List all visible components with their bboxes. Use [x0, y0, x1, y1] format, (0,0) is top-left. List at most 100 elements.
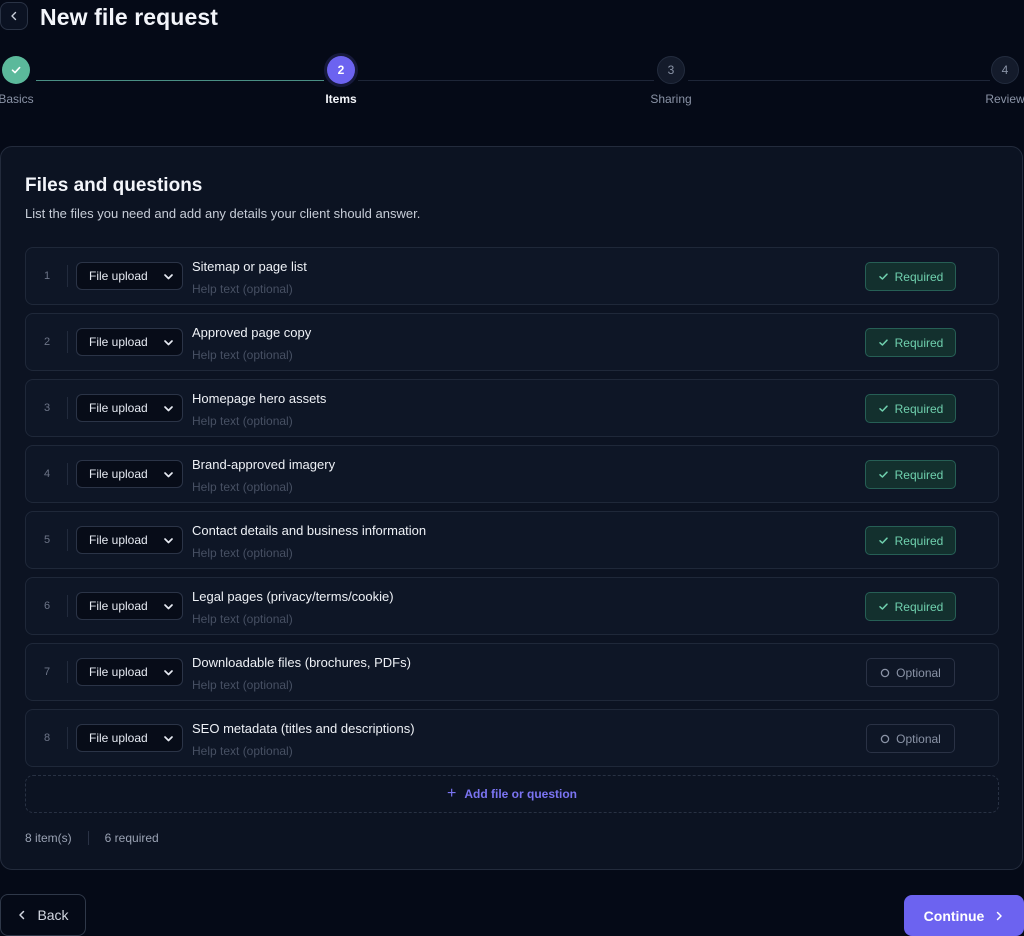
item-number: 4 — [43, 468, 51, 480]
requirement-label: Required — [894, 335, 944, 350]
item-title-input[interactable]: Legal pages (privacy/terms/cookie) — [192, 589, 394, 604]
step-basics-label[interactable]: Basics — [0, 92, 34, 106]
item-help-input[interactable]: Help text (optional) — [192, 546, 293, 560]
requirement-label: Required — [894, 269, 944, 284]
item-row: 7 File upload Downloadable files (brochu… — [25, 643, 999, 701]
item-divider — [67, 397, 68, 419]
header-back-button[interactable] — [0, 2, 28, 30]
item-title-input[interactable]: Sitemap or page list — [192, 259, 307, 274]
item-type-select[interactable]: File upload — [76, 328, 183, 356]
item-title-input[interactable]: Brand-approved imagery — [192, 457, 335, 472]
requirement-toggle[interactable]: Required — [865, 328, 956, 357]
item-title-input[interactable]: Approved page copy — [192, 325, 311, 340]
item-help-input[interactable]: Help text (optional) — [192, 678, 293, 692]
back-button[interactable]: Back — [0, 894, 86, 936]
item-title-input[interactable]: Contact details and business information — [192, 523, 426, 538]
card-subtitle: List the files you need and add any deta… — [25, 206, 421, 221]
item-type-select[interactable]: File upload — [76, 724, 183, 752]
add-item-button[interactable]: + Add file or question — [25, 775, 999, 813]
items-summary: 8 item(s) 6 required — [25, 831, 159, 845]
chevron-right-icon — [997, 911, 1003, 920]
item-help-input[interactable]: Help text (optional) — [192, 348, 293, 362]
chevron-down-icon — [164, 340, 173, 346]
requirement-label: Required — [894, 599, 944, 614]
item-help-input[interactable]: Help text (optional) — [192, 282, 293, 296]
item-type-value: File upload — [89, 533, 148, 547]
requirement-toggle[interactable]: Required — [865, 460, 956, 489]
plus-icon: + — [446, 785, 457, 802]
step-connector-2 — [358, 80, 654, 81]
step-sharing-indicator[interactable]: 3 — [657, 56, 685, 84]
chevron-down-icon — [164, 604, 173, 610]
item-type-value: File upload — [89, 335, 148, 349]
step-review-label[interactable]: Review — [985, 92, 1024, 106]
chevron-down-icon — [164, 670, 173, 676]
check-icon — [878, 339, 888, 346]
item-type-select[interactable]: File upload — [76, 592, 183, 620]
requirement-toggle[interactable]: Optional — [866, 658, 955, 687]
item-type-value: File upload — [89, 665, 148, 679]
item-type-select[interactable]: File upload — [76, 394, 183, 422]
item-number: 8 — [43, 732, 51, 744]
check-icon — [878, 273, 888, 280]
item-number: 2 — [43, 336, 51, 348]
check-icon — [878, 471, 888, 478]
back-button-label: Back — [37, 907, 69, 923]
step-items-label[interactable]: Items — [325, 92, 356, 106]
item-type-select[interactable]: File upload — [76, 262, 183, 290]
requirement-label: Optional — [896, 731, 941, 746]
item-type-value: File upload — [89, 401, 148, 415]
continue-button[interactable]: Continue — [904, 895, 1024, 936]
item-divider — [67, 529, 68, 551]
item-type-select[interactable]: File upload — [76, 460, 183, 488]
item-type-value: File upload — [89, 731, 148, 745]
items-list: 1 File upload Sitemap or page list Help … — [25, 247, 999, 813]
step-items-indicator[interactable]: 2 — [327, 56, 355, 84]
step-review-indicator[interactable]: 4 — [991, 56, 1019, 84]
item-title-input[interactable]: SEO metadata (titles and descriptions) — [192, 721, 415, 736]
requirement-label: Optional — [896, 665, 941, 680]
progress-stepper: Basics 2 Items 3 Sharing 4 Review — [0, 56, 1024, 110]
item-count: 8 item(s) — [25, 831, 72, 845]
chevron-down-icon — [164, 274, 173, 280]
circle-icon — [880, 668, 890, 677]
step-sharing-label[interactable]: Sharing — [650, 92, 691, 106]
item-number: 1 — [43, 270, 51, 282]
requirement-toggle[interactable]: Optional — [866, 724, 955, 753]
requirement-label: Required — [894, 467, 944, 482]
chevron-down-icon — [164, 472, 173, 478]
chevron-left-icon — [19, 910, 25, 920]
add-item-label: Add file or question — [464, 787, 577, 801]
check-icon — [878, 603, 888, 610]
item-row: 8 File upload SEO metadata (titles and d… — [25, 709, 999, 767]
item-title-input[interactable]: Homepage hero assets — [192, 391, 326, 406]
chevron-down-icon — [164, 406, 173, 412]
step-basics-indicator[interactable] — [2, 56, 30, 84]
item-row: 3 File upload Homepage hero assets Help … — [25, 379, 999, 437]
requirement-toggle[interactable]: Required — [865, 526, 956, 555]
check-icon — [11, 66, 21, 74]
card-title: Files and questions — [25, 175, 203, 196]
item-type-value: File upload — [89, 269, 148, 283]
item-row: 1 File upload Sitemap or page list Help … — [25, 247, 999, 305]
item-title-input[interactable]: Downloadable files (brochures, PDFs) — [192, 655, 411, 670]
item-divider — [67, 463, 68, 485]
requirement-toggle[interactable]: Required — [865, 394, 956, 423]
item-help-input[interactable]: Help text (optional) — [192, 480, 293, 494]
item-number: 3 — [43, 402, 51, 414]
item-row: 5 File upload Contact details and busine… — [25, 511, 999, 569]
item-help-input[interactable]: Help text (optional) — [192, 612, 293, 626]
item-type-select[interactable]: File upload — [76, 658, 183, 686]
circle-icon — [880, 734, 890, 743]
requirement-toggle[interactable]: Required — [865, 592, 956, 621]
summary-divider — [87, 831, 89, 845]
item-help-input[interactable]: Help text (optional) — [192, 744, 293, 758]
item-help-input[interactable]: Help text (optional) — [192, 414, 293, 428]
items-card: Files and questions List the files you n… — [0, 146, 1023, 870]
item-type-select[interactable]: File upload — [76, 526, 183, 554]
item-row: 2 File upload Approved page copy Help te… — [25, 313, 999, 371]
item-number: 6 — [43, 600, 51, 612]
requirement-toggle[interactable]: Required — [865, 262, 956, 291]
item-row: 4 File upload Brand-approved imagery Hel… — [25, 445, 999, 503]
required-count: 6 required — [104, 831, 159, 845]
